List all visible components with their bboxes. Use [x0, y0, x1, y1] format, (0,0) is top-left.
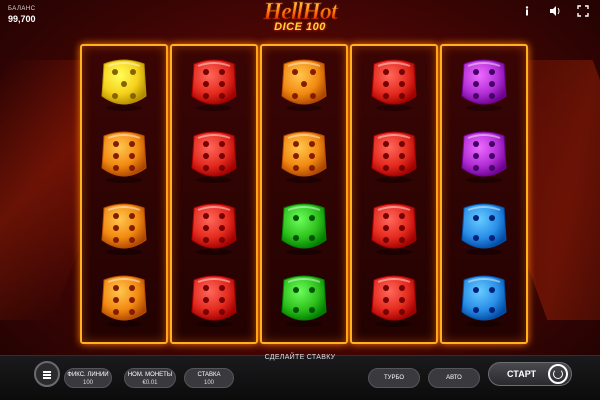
auto-label: АВТО: [446, 375, 462, 381]
info-icon[interactable]: [520, 4, 534, 18]
red-die: [188, 272, 240, 328]
red-die: [368, 272, 420, 328]
green-die: [278, 200, 330, 256]
green-die: [278, 272, 330, 328]
red-die: [368, 128, 420, 184]
red-die: [368, 200, 420, 256]
fixed-lines-value: 100: [82, 380, 93, 386]
coin-label: НОМ. МОНЕТЫ: [127, 372, 173, 378]
menu-icon-line: [43, 377, 51, 379]
game-logo: HellHot DICE 100: [248, 0, 352, 40]
purple-die: [458, 128, 510, 184]
spin-icon[interactable]: [548, 364, 568, 384]
reel-2: [170, 44, 258, 344]
menu-button[interactable]: [34, 361, 60, 387]
start-label: СТАРТ: [507, 369, 537, 379]
fixed-lines-label: ФИКС. ЛИНИИ: [67, 372, 109, 378]
yellow-die: [98, 56, 150, 112]
orange-die: [278, 128, 330, 184]
menu-icon-line: [43, 374, 51, 376]
bet-prompt: СДЕЛАЙТЕ СТАВКУ: [264, 354, 336, 361]
fullscreen-icon[interactable]: [576, 4, 590, 18]
turbo-button[interactable]: ТУРБО: [368, 368, 420, 388]
menu-icon-line: [43, 371, 51, 373]
auto-button[interactable]: АВТО: [428, 368, 480, 388]
orange-die: [278, 56, 330, 112]
orange-die: [98, 128, 150, 184]
coin-value-selector[interactable]: НОМ. МОНЕТЫ €0.01: [124, 368, 176, 388]
turbo-label: ТУРБО: [383, 375, 404, 381]
orange-die: [98, 272, 150, 328]
bet-selector[interactable]: СТАВКА 100: [184, 368, 234, 388]
top-toolbar: [520, 4, 590, 18]
red-die: [368, 56, 420, 112]
balance-display: БАЛАНС 99,700: [8, 6, 36, 24]
balance-value: 99,700: [8, 14, 36, 24]
blue-die: [458, 272, 510, 328]
red-die: [188, 200, 240, 256]
fixed-lines-selector[interactable]: ФИКС. ЛИНИИ 100: [64, 368, 112, 388]
bet-label: СТАВКА: [197, 372, 221, 378]
blue-die: [458, 200, 510, 256]
orange-die: [98, 200, 150, 256]
balance-label: БАЛАНС: [8, 6, 36, 12]
coin-value: €0.01: [142, 380, 158, 386]
reel-4: [350, 44, 438, 344]
reel-1: [80, 44, 168, 344]
sound-icon[interactable]: [548, 4, 562, 18]
reel-5: [440, 44, 528, 344]
reel-3: [260, 44, 348, 344]
red-die: [188, 128, 240, 184]
red-die: [188, 56, 240, 112]
purple-die: [458, 56, 510, 112]
bet-value: 100: [203, 380, 214, 386]
